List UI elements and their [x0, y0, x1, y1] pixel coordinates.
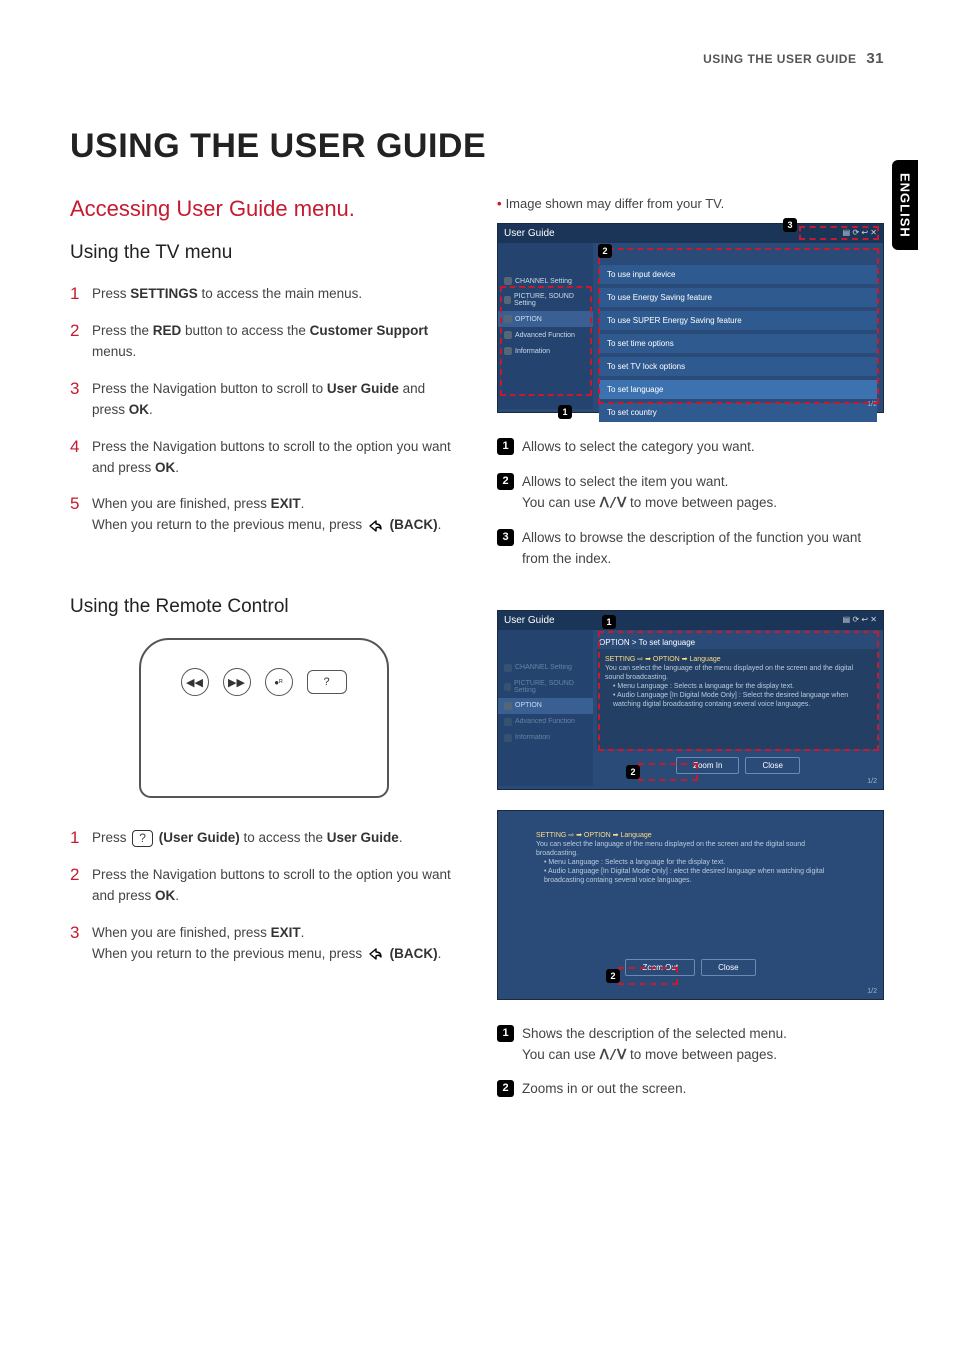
header-section: USING THE USER GUIDE: [703, 52, 856, 66]
rstep-3: 3 When you are finished, press EXIT. Whe…: [70, 923, 457, 965]
tv2-close-button: Close: [745, 757, 799, 774]
tv1-title: User Guide: [504, 228, 555, 239]
legend-1: 1Allows to select the category you want.…: [497, 437, 884, 570]
page-title: USING THE USER GUIDE: [70, 127, 884, 166]
step-3: 3 Press the Navigation button to scroll …: [70, 379, 457, 421]
step-1: 1 Press SETTINGS to access the main menu…: [70, 284, 457, 305]
tv3-close-button: Close: [701, 959, 755, 976]
userguide-icon: ?: [132, 830, 153, 847]
step-5: 5 When you are finished, press EXIT. Whe…: [70, 494, 457, 536]
tv2-title: User Guide: [504, 615, 555, 626]
remote-forward-button: ▶▶: [223, 668, 251, 696]
tv2-sidebar: CHANNEL Setting PICTURE, SOUND Setting O…: [498, 630, 593, 786]
remote-rewind-button: ◀◀: [181, 668, 209, 696]
page-header: USING THE USER GUIDE 31: [70, 50, 884, 67]
updown-icon: ꓥ/ꓦ: [600, 495, 627, 511]
remote-rec-button: ●ᴿ: [265, 668, 293, 696]
subsection-heading-b: Using the Remote Control: [70, 596, 457, 618]
callout-3: 3: [783, 218, 797, 232]
callout-1b: 1: [602, 615, 616, 629]
steps-tv-menu: 1 Press SETTINGS to access the main menu…: [70, 284, 457, 536]
legend-2: 1Shows the description of the selected m…: [497, 1024, 884, 1101]
tv-screenshot-3: SETTING ⇨ ➡ OPTION ➡ Language You can se…: [497, 810, 884, 1000]
remote-userguide-button: ?: [307, 670, 347, 694]
rstep-1: 1 Press ? (User Guide) to access the Use…: [70, 828, 457, 849]
subsection-heading-a: Using the TV menu: [70, 242, 457, 264]
bullet-icon: •: [497, 196, 502, 211]
note-line: •Image shown may differ from your TV.: [497, 196, 884, 211]
language-tab: ENGLISH: [892, 160, 918, 250]
steps-remote: 1 Press ? (User Guide) to access the Use…: [70, 828, 457, 965]
callout-1: 1: [558, 405, 572, 419]
back-icon: [366, 947, 384, 961]
callout-2b: 2: [626, 765, 640, 779]
back-icon: [366, 519, 384, 533]
language-label: ENGLISH: [898, 173, 913, 238]
section-heading: Accessing User Guide menu.: [70, 196, 457, 222]
page-number: 31: [866, 50, 884, 67]
step-4: 4 Press the Navigation buttons to scroll…: [70, 437, 457, 479]
tv-screenshot-1: User Guide ▤ ⟳ ↩ ✕ CHANNEL Setting PICTU…: [497, 223, 884, 413]
updown-icon: ꓥ/ꓦ: [600, 1047, 627, 1063]
left-column: Accessing User Guide menu. Using the TV …: [70, 196, 457, 1114]
rstep-2: 2 Press the Navigation buttons to scroll…: [70, 865, 457, 907]
right-column: •Image shown may differ from your TV. Us…: [497, 196, 884, 1114]
callout-2c: 2: [606, 969, 620, 983]
remote-illustration: ◀◀ ▶▶ ●ᴿ ?: [70, 638, 457, 798]
step-2: 2 Press the RED button to access the Cus…: [70, 321, 457, 363]
tv-screenshot-2: User Guide ▤ ⟳ ↩ ✕ CHANNEL Setting PICTU…: [497, 610, 884, 790]
callout-2: 2: [598, 244, 612, 258]
